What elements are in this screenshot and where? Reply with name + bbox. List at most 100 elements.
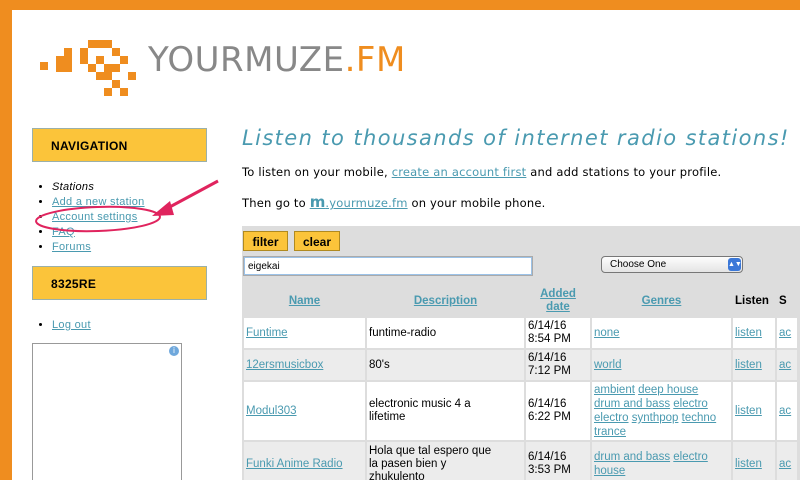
col-description-header: Description [367, 286, 524, 316]
time-line: 6:22 PM [528, 411, 571, 423]
date-line: 6/14/16 [528, 352, 566, 364]
annotation-arrow-head [152, 201, 174, 216]
cell-description: funtime-radio [367, 318, 524, 348]
genre-link[interactable]: house [594, 465, 625, 477]
cell-name: Modul303 [244, 382, 365, 440]
station-name-link[interactable]: Modul303 [246, 405, 297, 417]
description-line: la pasen bien y [369, 458, 446, 470]
listen-link[interactable]: listen [735, 458, 762, 470]
stations-table: Name Description Addeddate Genres Listen… [242, 284, 799, 480]
mobile-text-2: on your mobile phone. [408, 196, 546, 210]
description-line: Hola que tal espero que [369, 445, 491, 457]
add-link[interactable]: ac [779, 458, 791, 470]
page: YOURMUZE.FM NAVIGATION Stations Add a ne… [12, 10, 800, 480]
station-name-link[interactable]: Funtime [246, 327, 288, 339]
cell-description: electronic music 4 alifetime [367, 382, 524, 440]
genre-link[interactable]: drum and bass [594, 451, 670, 463]
genre-link[interactable]: trance [594, 426, 626, 438]
genre-link[interactable]: electro [594, 412, 629, 424]
ad-panel[interactable]: i [32, 343, 182, 480]
genre-link[interactable]: drum and bass [594, 398, 670, 410]
nav-item-faq: FAQ [52, 225, 145, 240]
genre-link[interactable]: world [594, 359, 621, 371]
station-name-link[interactable]: Funki Anime Radio [246, 458, 343, 470]
listen-link[interactable]: listen [735, 327, 762, 339]
nav-item-account-settings: Account settings [52, 210, 145, 225]
cell-extra: ac [777, 350, 797, 380]
faq-link[interactable]: FAQ [52, 226, 75, 238]
cell-date: 6/14/166:22 PM [526, 382, 590, 440]
info-icon[interactable]: i [169, 346, 179, 356]
intro-text-2: and add stations to your profile. [526, 165, 721, 179]
cell-date: 6/14/163:53 PM [526, 442, 590, 480]
listen-link[interactable]: listen [735, 359, 762, 371]
intro-text-1: To listen on your mobile, [242, 165, 392, 179]
listen-link[interactable]: listen [735, 405, 762, 417]
genre-select-value: Choose One [610, 259, 666, 270]
logo-robot-icon [40, 40, 144, 102]
account-settings-link[interactable]: Account settings [52, 211, 138, 223]
genre-link[interactable]: synthpop [632, 412, 679, 424]
col-extra-header: S [777, 286, 797, 316]
table-row: Funtime funtime-radio 6/14/168:54 PM non… [244, 318, 797, 348]
col-added-header: Addeddate [526, 286, 590, 316]
add-link[interactable]: ac [779, 359, 791, 371]
cell-extra: ac [777, 442, 797, 480]
genre-link[interactable]: ambient [594, 384, 635, 396]
time-line: 8:54 PM [528, 333, 571, 345]
forums-link[interactable]: Forums [52, 241, 91, 253]
cell-genres: world [592, 350, 731, 380]
navigation-heading: NAVIGATION [32, 128, 207, 162]
sort-by-date-link[interactable]: Addeddate [540, 288, 576, 313]
genre-select[interactable]: Choose One▲▼ [601, 256, 743, 273]
description-line: electronic music 4 a [369, 398, 471, 410]
cell-genres: ambient deep house drum and bass electro e… [592, 382, 731, 440]
date-line: 6/14/16 [528, 320, 566, 332]
cell-name: Funtime [244, 318, 365, 348]
sort-by-name-link[interactable]: Name [289, 295, 320, 307]
cell-listen: listen [733, 382, 775, 440]
sort-by-genres-link[interactable]: Genres [642, 295, 682, 307]
filter-button[interactable]: filter [243, 231, 288, 251]
genre-link[interactable]: techno [682, 412, 717, 424]
sort-by-description-link[interactable]: Description [414, 295, 477, 307]
mobile-site-m: m [310, 193, 326, 211]
genre-link[interactable]: electro [673, 451, 708, 463]
nav-item-stations-label: Stations [52, 181, 94, 193]
genre-link[interactable]: electro [673, 398, 708, 410]
nav-item-stations: Stations [52, 180, 145, 195]
cell-genres: none [592, 318, 731, 348]
cell-listen: listen [733, 350, 775, 380]
added-header-line2: date [546, 301, 570, 313]
page-tagline: Listen to thousands of internet radio st… [242, 126, 790, 150]
table-row: Funki Anime Radio Hola que tal espero qu… [244, 442, 797, 480]
mobile-site-link[interactable]: m.yourmuze.fm [310, 196, 408, 210]
genre-link[interactable]: none [594, 327, 620, 339]
annotation-arrow-line [166, 181, 218, 209]
station-name-link[interactable]: 12ersmusicbox [246, 359, 323, 371]
description-line: zhukulento [369, 471, 425, 480]
cell-date: 6/14/167:12 PM [526, 350, 590, 380]
add-link[interactable]: ac [779, 405, 791, 417]
cell-genres: drum and bass electro house [592, 442, 731, 480]
add-station-link[interactable]: Add a new station [52, 196, 145, 208]
cell-name: 12ersmusicbox [244, 350, 365, 380]
filter-input[interactable] [243, 256, 533, 276]
description-line: lifetime [369, 411, 405, 423]
navigation-list: Stations Add a new station Account setti… [38, 180, 145, 255]
cell-extra: ac [777, 382, 797, 440]
nav-item-forums: Forums [52, 240, 145, 255]
table-header-row: Name Description Addeddate Genres Listen… [244, 286, 797, 316]
table-row: Modul303 electronic music 4 alifetime 6/… [244, 382, 797, 440]
cell-extra: ac [777, 318, 797, 348]
add-link[interactable]: ac [779, 327, 791, 339]
time-line: 3:53 PM [528, 464, 571, 476]
genre-link[interactable]: deep house [638, 384, 698, 396]
logo-wordmark: YOURMUZE.FM [148, 40, 406, 80]
clear-button[interactable]: clear [294, 231, 340, 251]
logo-text-tld: .FM [345, 40, 406, 80]
cell-description: Hola que tal espero quela pasen bien yzh… [367, 442, 524, 480]
logout-link[interactable]: Log out [52, 319, 91, 331]
create-account-link[interactable]: create an account first [392, 165, 527, 179]
added-header-line1: Added [540, 288, 576, 300]
